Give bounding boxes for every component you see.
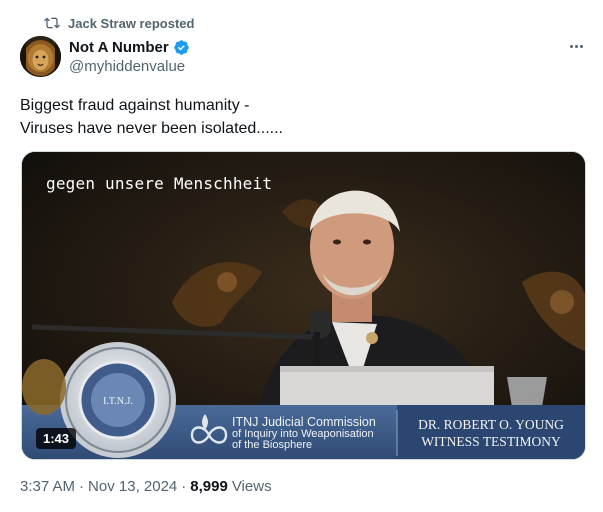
avatar[interactable]	[20, 36, 61, 77]
tweet-text-line: Biggest fraud against humanity -	[20, 97, 250, 114]
tweet-text: Biggest fraud against humanity - Viruses…	[20, 94, 580, 140]
views-count[interactable]: 8,999	[190, 478, 228, 495]
more-dot	[574, 44, 578, 48]
author-name-row[interactable]: Not A Number	[69, 37, 190, 57]
video-subtitle: gegen unsere Menschheit	[46, 174, 273, 193]
banner-line: of the Biosphere	[232, 439, 313, 451]
meta-separator: ·	[181, 478, 187, 495]
repost-icon	[44, 15, 60, 31]
verified-badge-icon	[173, 39, 190, 56]
tweet-time[interactable]: 3:37 AM	[20, 478, 75, 495]
tweet-text-line: Viruses have never been isolated......	[20, 120, 283, 137]
meta-separator: ·	[79, 478, 85, 495]
video-frame: I.T.N.J.	[22, 152, 585, 459]
more-dot	[579, 44, 583, 48]
author-handle[interactable]: @myhiddenvalue	[69, 58, 185, 75]
seal-text: I.T.N.J.	[103, 396, 133, 407]
banner-commission-text: ITNJ Judicial Commission of Inquiry into…	[232, 416, 376, 451]
banner-witness-text: DR. ROBERT O. YOUNG WITNESS TESTIMONY	[406, 416, 576, 450]
seal-emblem: I.T.N.J.	[60, 342, 176, 458]
views-label[interactable]: Views	[232, 478, 272, 495]
author-display-name[interactable]: Not A Number	[69, 39, 169, 56]
more-options-button[interactable]	[566, 38, 586, 54]
tweet-meta: 3:37 AM · Nov 13, 2024 · 8,999 Views	[20, 478, 272, 495]
banner-witness-name: DR. ROBERT O. YOUNG	[418, 417, 564, 432]
video-player[interactable]: I.T.N.J. gegen unsere Menschheit ITNJ Ju…	[21, 151, 586, 460]
lion-avatar	[20, 36, 61, 77]
more-dot	[569, 44, 573, 48]
repost-header[interactable]: Jack Straw reposted	[44, 14, 194, 32]
banner-witness-role: WITNESS TESTIMONY	[421, 434, 561, 449]
repost-label[interactable]: Jack Straw reposted	[68, 16, 194, 31]
tweet-date[interactable]: Nov 13, 2024	[88, 478, 177, 495]
video-duration-badge: 1:43	[36, 428, 77, 449]
